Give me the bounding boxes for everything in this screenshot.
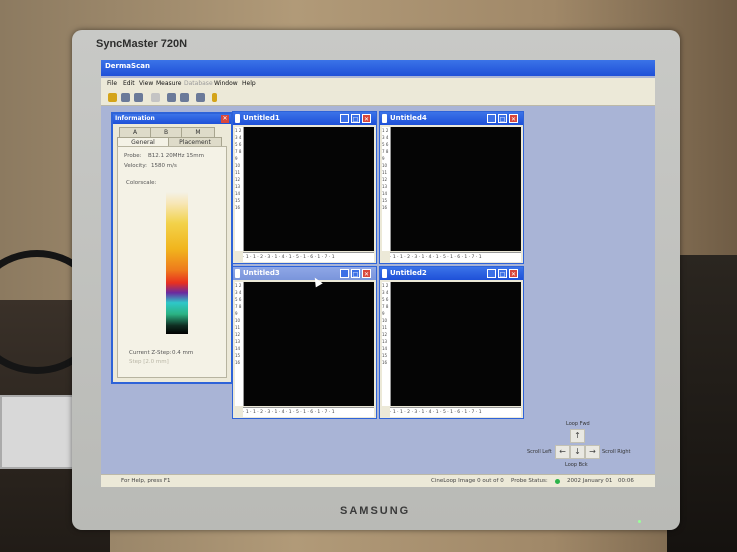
menu-file[interactable]: File (107, 80, 117, 87)
loop-fwd-label: Loop Fwd (566, 421, 590, 427)
horizontal-ruler: · 1 · 1 · 2 · 3 · 1 · 4 · 1 · 5 · 1 · 6 … (390, 407, 521, 417)
probe-value: B12.1 20MHz 15mm (148, 153, 204, 159)
velocity-value: 1580 m/s (151, 163, 177, 169)
screen: DermaScan File Edit View Measure Databas… (101, 60, 655, 487)
minimize-icon[interactable]: _ (340, 269, 349, 278)
settings-icon[interactable] (196, 93, 205, 102)
status-bar: For Help, press F1 CineLoop Image 0 out … (101, 474, 655, 487)
menu-window[interactable]: Window (214, 80, 238, 87)
velocity-label: Velocity: (124, 163, 148, 169)
zstep-label: Current Z-Step: (129, 350, 172, 356)
minimize-icon[interactable]: _ (487, 269, 496, 278)
loop-bck-label: Loop Bck (565, 462, 588, 468)
information-panel: Information ✕ A B M General Placement Pr… (111, 112, 233, 384)
maximize-icon[interactable]: □ (351, 114, 360, 123)
close-icon[interactable]: ✕ (221, 115, 229, 123)
zoom-in-icon[interactable] (167, 93, 176, 102)
probe-status-icon (555, 479, 560, 484)
app-title-bar[interactable]: DermaScan (101, 60, 655, 76)
window-title-bar[interactable]: Untitled4 _ □ ✕ (380, 112, 523, 125)
image-window-untitled3[interactable]: Untitled3 _ □ ✕ 1 2 3 4 5 6 7 8 9 10 11 … (232, 266, 377, 419)
information-title-bar[interactable]: Information ✕ (113, 114, 231, 124)
close-icon[interactable]: ✕ (362, 114, 371, 123)
horizontal-ruler: · 1 · 1 · 2 · 3 · 1 · 4 · 1 · 5 · 1 · 6 … (243, 407, 374, 417)
step-faint-text: Step [2.0 mm] (129, 359, 169, 365)
horizontal-ruler: · 1 · 1 · 2 · 3 · 1 · 4 · 1 · 5 · 1 · 6 … (243, 252, 374, 262)
monitor-brand-label: SyncMaster 720N (96, 38, 188, 50)
colorscale-bar (166, 192, 188, 334)
window-title-bar[interactable]: Untitled1 _ □ ✕ (233, 112, 376, 125)
window-title-bar[interactable]: Untitled3 _ □ ✕ (233, 267, 376, 280)
scroll-left-label: Scroll Left (527, 449, 552, 455)
window-title: Untitled1 (243, 114, 280, 122)
information-body: Probe: B12.1 20MHz 15mm Velocity: 1580 m… (117, 146, 227, 378)
arrow-right-icon[interactable]: → (585, 445, 600, 459)
probe-label: Probe: (124, 153, 142, 159)
image-window-untitled2[interactable]: Untitled2 _ □ ✕ 1 2 3 4 5 6 7 8 9 10 11 … (379, 266, 524, 419)
horizontal-ruler: · 1 · 1 · 2 · 3 · 1 · 4 · 1 · 5 · 1 · 6 … (390, 252, 521, 262)
ultrasound-image[interactable] (391, 282, 521, 406)
maximize-icon[interactable]: □ (498, 114, 507, 123)
zstep-value: 0.4 mm (172, 350, 194, 356)
help-icon[interactable] (212, 93, 217, 102)
probe-icon (382, 114, 387, 123)
minimize-icon[interactable]: _ (340, 114, 349, 123)
minimize-icon[interactable]: _ (487, 114, 496, 123)
vertical-ruler: 1 2 3 4 5 6 7 8 9 10 11 12 13 14 15 16 (382, 127, 391, 251)
ultrasound-image[interactable] (244, 282, 374, 406)
menu-bar: File Edit View Measure Database Window H… (101, 78, 655, 90)
image-window-untitled4[interactable]: Untitled4 _ □ ✕ 1 2 3 4 5 6 7 8 9 10 11 … (379, 111, 524, 264)
cineloop-status: CineLoop Image 0 out of 0 (431, 478, 504, 484)
maximize-icon[interactable]: □ (351, 269, 360, 278)
menu-view[interactable]: View (139, 80, 153, 87)
vertical-ruler: 1 2 3 4 5 6 7 8 9 10 11 12 13 14 15 16 (382, 282, 391, 406)
app-title: DermaScan (105, 62, 150, 70)
probe-icon (235, 114, 240, 123)
status-time: 00:06 (618, 478, 634, 484)
window-title: Untitled2 (390, 269, 427, 277)
arrow-down-icon[interactable]: ↓ (570, 445, 585, 459)
save-icon[interactable] (121, 93, 130, 102)
arrow-left-icon[interactable]: ← (555, 445, 570, 459)
scroll-right-label: Scroll Right (602, 449, 631, 455)
copy-icon[interactable] (151, 93, 160, 102)
probe-status-label: Probe Status: (511, 478, 548, 484)
vertical-ruler: 1 2 3 4 5 6 7 8 9 10 11 12 13 14 15 16 (235, 282, 244, 406)
power-led (638, 520, 641, 523)
open-folder-icon[interactable] (108, 93, 117, 102)
close-icon[interactable]: ✕ (362, 269, 371, 278)
probe-icon (235, 269, 240, 278)
print-icon[interactable] (134, 93, 143, 102)
vertical-ruler: 1 2 3 4 5 6 7 8 9 10 11 12 13 14 15 16 (235, 127, 244, 251)
probe-icon (382, 269, 387, 278)
status-help-text: For Help, press F1 (121, 478, 171, 484)
toolbar (101, 90, 655, 106)
window-title: Untitled3 (243, 269, 280, 277)
status-date: 2002 January 01 (567, 478, 613, 484)
image-window-untitled1[interactable]: Untitled1 _ □ ✕ 1 2 3 4 5 6 7 8 9 10 11 … (232, 111, 377, 264)
menu-database[interactable]: Database (184, 80, 213, 87)
monitor-maker-label: SAMSUNG (340, 505, 411, 517)
window-title-bar[interactable]: Untitled2 _ □ ✕ (380, 267, 523, 280)
window-title: Untitled4 (390, 114, 427, 122)
zoom-out-icon[interactable] (180, 93, 189, 102)
menu-edit[interactable]: Edit (123, 80, 135, 87)
close-icon[interactable]: ✕ (509, 269, 518, 278)
colorscale-label: Colorscale: (126, 180, 157, 186)
ultrasound-image[interactable] (391, 127, 521, 251)
ultrasound-image[interactable] (244, 127, 374, 251)
information-title: Information (115, 115, 155, 122)
arrow-up-icon[interactable]: ↑ (570, 429, 585, 443)
menu-measure[interactable]: Measure (156, 80, 182, 87)
maximize-icon[interactable]: □ (498, 269, 507, 278)
menu-help[interactable]: Help (242, 80, 256, 87)
close-icon[interactable]: ✕ (509, 114, 518, 123)
